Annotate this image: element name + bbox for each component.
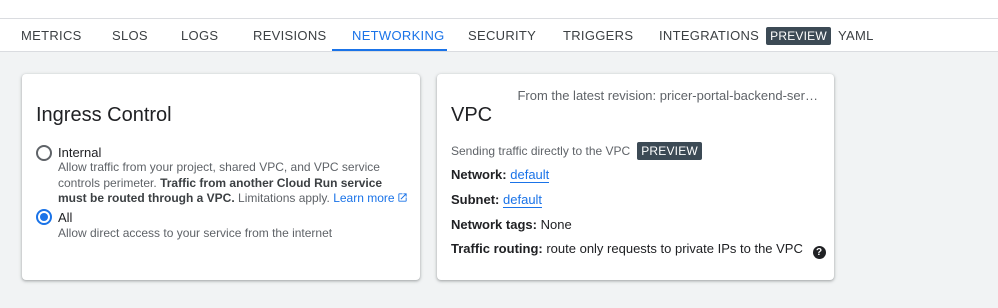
ingress-title: Ingress Control [36, 104, 172, 126]
revision-note: From the latest revision: pricer-portal-… [517, 88, 818, 103]
tab-revisions[interactable]: REVISIONS [253, 19, 327, 52]
internal-desc-limitations: Limitations apply. [238, 191, 330, 205]
active-tab-indicator [332, 49, 447, 51]
external-link-icon [397, 193, 407, 202]
network-tags-row: Network tags: None [451, 217, 572, 232]
vpc-title: VPC [451, 104, 493, 126]
tab-logs[interactable]: LOGS [181, 19, 218, 52]
vpc-sending-row: Sending traffic directly to the VPC PREV… [451, 142, 702, 160]
radio-all[interactable] [36, 209, 52, 225]
network-link[interactable]: default [510, 167, 550, 183]
tab-networking[interactable]: NETWORKING [352, 19, 445, 52]
help-circle-icon[interactable]: ? [812, 246, 826, 259]
tab-security[interactable]: SECURITY [468, 19, 536, 52]
ingress-control-card: Ingress Control Internal Allow traffic f… [22, 74, 420, 280]
tab-yaml[interactable]: YAML [838, 19, 874, 52]
tab-metrics[interactable]: METRICS [21, 19, 82, 52]
option-all-label: All [58, 210, 73, 225]
tab-bar-container: METRICS SLOS LOGS REVISIONS NETWORKING S… [0, 0, 998, 52]
option-all-description: Allow direct access to your service from… [58, 226, 333, 240]
tab-slos[interactable]: SLOS [112, 19, 148, 52]
option-internal-description: Allow traffic from your project, shared … [58, 160, 410, 207]
tab-integrations[interactable]: INTEGRATIONS PREVIEW [659, 19, 831, 52]
vpc-preview-badge: PREVIEW [637, 142, 702, 160]
network-label: Network: [451, 167, 507, 182]
radio-internal[interactable] [36, 145, 52, 161]
network-tags-label: Network tags: [451, 217, 537, 232]
vpc-sending-text: Sending traffic directly to the VPC [451, 144, 631, 158]
preview-badge: PREVIEW [766, 26, 831, 45]
option-internal-label: Internal [58, 145, 102, 160]
traffic-routing-value: route only requests to private IPs to th… [546, 241, 803, 256]
learn-more-link[interactable]: Learn more [333, 191, 407, 205]
network-tags-value: None [540, 217, 572, 232]
tab-triggers[interactable]: TRIGGERS [563, 19, 633, 52]
network-row: Network: default [451, 167, 550, 183]
traffic-routing-row: Traffic routing: route only requests to … [451, 241, 826, 259]
subnet-row: Subnet: default [451, 192, 543, 208]
subnet-link[interactable]: default [503, 192, 543, 208]
tab-bar: METRICS SLOS LOGS REVISIONS NETWORKING S… [0, 19, 998, 52]
subnet-label: Subnet: [451, 192, 500, 207]
traffic-routing-label: Traffic routing: [451, 241, 543, 256]
vpc-card: From the latest revision: pricer-portal-… [437, 74, 834, 280]
